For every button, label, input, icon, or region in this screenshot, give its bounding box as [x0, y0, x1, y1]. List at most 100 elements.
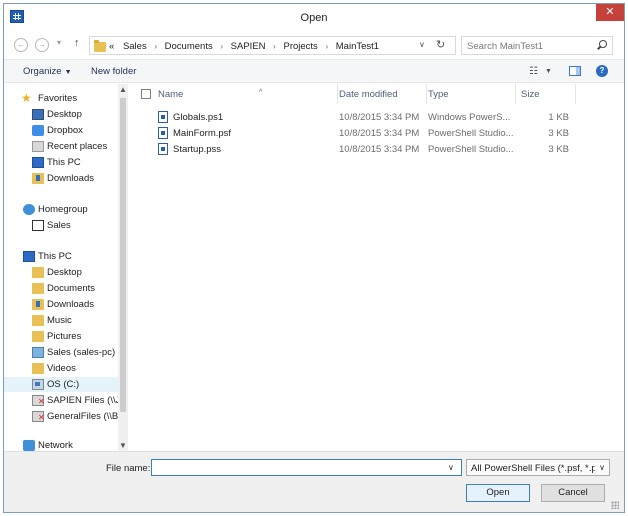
file-name: Globals.ps1 [173, 112, 224, 123]
chevron-down-icon: ▼ [64, 69, 72, 76]
sort-ascending-icon: ^ [259, 89, 263, 96]
file-row[interactable]: Globals.ps1 10/8/2015 3:34 PM Windows Po… [129, 109, 624, 125]
address-bar[interactable]: « › Sales › Documents › SAPIEN › Project… [89, 36, 456, 55]
select-all-checkbox[interactable] [141, 89, 151, 99]
sidebar-item-label: Downloads [47, 299, 94, 310]
breadcrumb-separator[interactable]: › [154, 42, 157, 51]
up-button[interactable]: ↑ [74, 37, 80, 49]
documents-folder-icon [32, 283, 44, 294]
scroll-down-arrow-icon[interactable]: ▼ [119, 441, 127, 450]
help-icon[interactable]: ? [596, 65, 608, 77]
scroll-up-arrow-icon[interactable]: ▲ [119, 85, 127, 94]
column-header-size[interactable]: Size [516, 84, 576, 104]
refresh-button[interactable]: ↻ [436, 38, 445, 51]
network-icon [23, 440, 35, 451]
sidebar-item-this-pc[interactable]: This PC [4, 249, 118, 264]
search-placeholder: Search MainTest1 [467, 41, 544, 52]
column-header-name[interactable]: Name ^ [155, 84, 338, 104]
file-list: Name ^ Date modified Type Size Globals.p… [129, 84, 624, 451]
sidebar-item-this-pc-favorite[interactable]: This PC [4, 155, 118, 170]
breadcrumb-maintest1[interactable]: MainTest1 [336, 41, 379, 52]
computer-icon [23, 251, 35, 262]
powershell-studio-file-icon [158, 143, 168, 155]
file-type: PowerShell Studio... [428, 128, 514, 139]
sidebar-item-sapien-files[interactable]: SAPIEN Files (\\JA [4, 393, 127, 408]
column-header-label: Size [521, 89, 540, 100]
view-options-chevron-icon[interactable]: ▼ [545, 68, 552, 75]
powershell-studio-file-icon [158, 127, 168, 139]
file-name-input[interactable]: ∨ [151, 459, 462, 476]
star-icon: ★ [21, 91, 32, 105]
forward-button[interactable]: → [35, 38, 49, 52]
sidebar-item-generalfiles[interactable]: GeneralFiles (\\BI [4, 409, 121, 424]
organize-button[interactable]: Organize ▼ [23, 66, 72, 77]
column-header-type[interactable]: Type [427, 84, 516, 104]
sidebar-item-sales-pc[interactable]: Sales (sales-pc) [4, 345, 118, 360]
breadcrumb-separator[interactable]: › [220, 42, 223, 51]
sidebar-item-label: SAPIEN Files (\\JA [47, 395, 127, 406]
file-row[interactable]: Startup.pss 10/8/2015 3:34 PM PowerShell… [129, 141, 624, 157]
disconnected-drive-icon [32, 395, 45, 406]
sidebar-item-label: Desktop [47, 267, 82, 278]
sidebar-item-network[interactable]: Network [4, 438, 118, 451]
breadcrumb-documents[interactable]: Documents [165, 41, 213, 52]
breadcrumb-separator[interactable]: › [325, 42, 328, 51]
scrollbar-thumb[interactable] [120, 98, 126, 412]
file-row[interactable]: MainForm.psf 10/8/2015 3:34 PM PowerShel… [129, 125, 624, 141]
sidebar-item-label: Music [47, 315, 72, 326]
sidebar-item-label: Homegroup [38, 204, 88, 215]
sidebar-item-label: Network [38, 440, 73, 451]
dialog-footer: File name: ∨ All PowerShell Files (*.psf… [4, 451, 624, 512]
sidebar-item-label: Favorites [38, 93, 78, 104]
breadcrumb-overflow[interactable]: « [109, 41, 114, 52]
sidebar-item-pictures[interactable]: Pictures [4, 329, 118, 344]
sidebar-item-sales-user[interactable]: Sales [4, 218, 118, 233]
recent-places-icon [32, 141, 44, 152]
open-button[interactable]: Open [466, 484, 530, 502]
sidebar-item-label: Desktop [47, 109, 82, 120]
cancel-button[interactable]: Cancel [541, 484, 605, 502]
search-input[interactable]: Search MainTest1 [461, 36, 613, 55]
address-history-dropdown[interactable]: ∨ [419, 40, 425, 49]
column-header-date-modified[interactable]: Date modified [338, 84, 427, 104]
back-button[interactable]: ← [14, 38, 28, 52]
sidebar-item-documents[interactable]: Documents [4, 281, 118, 296]
close-button[interactable]: ✕ [596, 4, 624, 21]
network-drive-icon [32, 347, 44, 358]
resize-grip-icon[interactable] [611, 501, 619, 509]
breadcrumb-sales[interactable]: Sales [123, 41, 147, 52]
navigation-row: ← → ▾ ↑ « › Sales › Documents › SAPIEN ›… [4, 34, 624, 58]
breadcrumb-separator[interactable]: › [273, 42, 276, 51]
navigation-pane-scrollbar[interactable]: ▲ ▼ [118, 84, 128, 451]
chevron-down-icon[interactable]: ∨ [448, 463, 454, 472]
file-name: MainForm.psf [173, 128, 232, 139]
file-date: 10/8/2015 3:34 PM [339, 128, 420, 139]
sidebar-item-desktop-folder[interactable]: Desktop [4, 265, 118, 280]
change-view-icon[interactable]: ☷ [529, 66, 538, 77]
sidebar-item-dropbox[interactable]: Dropbox [4, 123, 118, 138]
disconnected-drive-icon [32, 411, 45, 422]
preview-pane-icon[interactable] [569, 66, 581, 76]
file-name: Startup.pss [173, 144, 222, 155]
sidebar-item-music[interactable]: Music [4, 313, 118, 328]
sidebar-item-favorites[interactable]: ★ Favorites [4, 91, 118, 106]
sidebar-item-downloads[interactable]: Downloads [4, 297, 118, 312]
recent-locations-button[interactable]: ▾ [57, 38, 61, 47]
search-icon[interactable] [599, 40, 607, 48]
sidebar-item-downloads-favorite[interactable]: Downloads [4, 171, 118, 186]
file-type-select[interactable]: All PowerShell Files (*.psf, *.pss, *.ps… [466, 459, 610, 476]
chevron-down-icon[interactable]: ∨ [599, 463, 605, 472]
sidebar-item-os-c[interactable]: OS (C:) [4, 377, 118, 392]
dialog-title: Open [300, 12, 328, 24]
local-disk-icon [32, 379, 44, 390]
navigation-pane: ★ Favorites Desktop Dropbox Recent place… [4, 84, 128, 451]
sidebar-item-homegroup[interactable]: Homegroup [4, 202, 118, 217]
sidebar-item-desktop[interactable]: Desktop [4, 107, 118, 122]
sidebar-item-recent-places[interactable]: Recent places [4, 139, 118, 154]
breadcrumb-projects[interactable]: Projects [283, 41, 317, 52]
folder-icon [94, 40, 106, 52]
breadcrumb-sapien[interactable]: SAPIEN [231, 41, 266, 52]
sidebar-item-label: Documents [47, 283, 96, 294]
sidebar-item-videos[interactable]: Videos [4, 361, 118, 376]
new-folder-button[interactable]: New folder [91, 66, 136, 77]
